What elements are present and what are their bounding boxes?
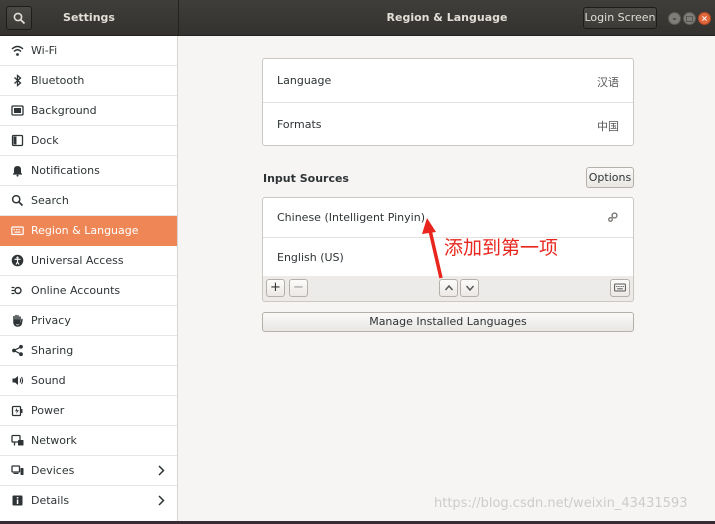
login-screen-button[interactable]: Login Screen xyxy=(583,7,657,29)
bluetooth-icon xyxy=(14,74,22,87)
sidebar-item-search[interactable]: Search xyxy=(0,186,177,216)
sidebar-item-bluetooth[interactable]: Bluetooth xyxy=(0,66,177,96)
sidebar-item-label: Devices xyxy=(31,464,75,477)
input-source-label: English (US) xyxy=(277,251,344,264)
share-icon xyxy=(12,344,23,357)
search-icon xyxy=(11,194,24,207)
hand-icon xyxy=(13,314,23,327)
keyboard-layout-button[interactable] xyxy=(610,279,630,297)
sidebar-item-label: Search xyxy=(31,194,69,207)
maximize-button[interactable]: □ xyxy=(683,12,696,25)
sidebar-item-online-accounts[interactable]: Online Accounts xyxy=(0,276,177,306)
formats-value: 中国 xyxy=(597,120,619,133)
sidebar-item-label: Details xyxy=(31,494,70,507)
manage-languages-button[interactable]: Manage Installed Languages xyxy=(262,312,634,332)
chevron-right-icon xyxy=(158,495,165,506)
maximize-icon: □ xyxy=(685,14,694,23)
minimize-icon: – xyxy=(672,14,677,23)
minimize-button[interactable]: – xyxy=(668,12,681,25)
sidebar-item-devices[interactable]: Devices xyxy=(0,456,177,486)
sidebar-item-label: Notifications xyxy=(31,164,100,177)
sidebar-item-label: Network xyxy=(31,434,77,447)
formats-label: Formats xyxy=(277,118,322,131)
language-formats-panel: Language 汉语 Formats 中国 xyxy=(262,58,634,146)
search-button[interactable] xyxy=(6,6,32,30)
settings-window: Settings Region & Language Login Screen … xyxy=(0,0,715,521)
language-row[interactable]: Language 汉语 xyxy=(263,59,633,103)
sidebar-item-wifi[interactable]: Wi-Fi xyxy=(0,36,177,66)
sidebar-item-region-language[interactable]: Region & Language xyxy=(0,216,177,246)
sidebar-item-label: Sharing xyxy=(31,344,74,357)
speaker-icon xyxy=(12,376,24,385)
main-content: Language 汉语 Formats 中国 Input Sources Opt… xyxy=(179,36,715,521)
search-icon xyxy=(13,12,26,25)
wifi-icon xyxy=(11,45,24,56)
chevron-right-icon xyxy=(158,465,165,476)
sidebar-item-sound[interactable]: Sound xyxy=(0,366,177,396)
input-sources-title: Input Sources xyxy=(263,172,349,185)
sidebar-item-label: Online Accounts xyxy=(31,284,121,297)
network-icon xyxy=(11,434,24,446)
keyboard-icon xyxy=(614,283,626,292)
online-accounts-icon xyxy=(11,286,22,295)
sidebar-item-label: Sound xyxy=(31,374,66,387)
sidebar-item-details[interactable]: Details xyxy=(0,486,177,516)
sidebar-item-label: Power xyxy=(31,404,65,417)
sidebar-item-label: Dock xyxy=(31,134,59,147)
devices-icon xyxy=(11,465,24,475)
input-source-label: Chinese (Intelligent Pinyin) xyxy=(277,211,425,224)
power-icon xyxy=(11,405,23,417)
sidebar-item-dock[interactable]: Dock xyxy=(0,126,177,156)
sidebar-item-label: Wi-Fi xyxy=(31,44,58,57)
options-button[interactable]: Options xyxy=(586,167,634,188)
sidebar-item-label: Background xyxy=(31,104,97,117)
keyboard-icon xyxy=(11,226,24,236)
language-value: 汉语 xyxy=(597,76,619,89)
accessibility-icon xyxy=(11,254,24,267)
sidebar: Wi-Fi Bluetooth Background Dock Notifica… xyxy=(0,36,178,521)
bell-icon xyxy=(13,166,22,177)
add-input-source-button[interactable]: + xyxy=(266,279,285,297)
sidebar-item-label: Bluetooth xyxy=(31,74,85,87)
sidebar-item-sharing[interactable]: Sharing xyxy=(0,336,177,366)
annotation-text: 添加到第一项 xyxy=(444,237,559,259)
dock-icon xyxy=(11,134,24,147)
sidebar-item-notifications[interactable]: Notifications xyxy=(0,156,177,186)
sidebar-item-background[interactable]: Background xyxy=(0,96,177,126)
sidebar-item-privacy[interactable]: Privacy xyxy=(0,306,177,336)
sidebar-item-label: Universal Access xyxy=(31,254,124,267)
close-button[interactable]: × xyxy=(698,12,711,25)
sidebar-item-power[interactable]: Power xyxy=(0,396,177,426)
sidebar-item-universal-access[interactable]: Universal Access xyxy=(0,246,177,276)
header-bar: Settings Region & Language Login Screen … xyxy=(0,0,715,36)
chevron-down-icon xyxy=(465,285,474,292)
background-icon xyxy=(11,105,24,116)
gears-icon[interactable] xyxy=(607,211,619,223)
remove-input-source-button[interactable]: − xyxy=(289,279,308,297)
move-down-button[interactable] xyxy=(460,279,479,297)
sidebar-item-label: Privacy xyxy=(31,314,71,327)
info-icon xyxy=(12,495,23,506)
close-icon: × xyxy=(701,14,708,23)
language-label: Language xyxy=(277,74,332,87)
formats-row[interactable]: Formats 中国 xyxy=(263,103,633,146)
watermark: https://blog.csdn.net/weixin_43431593 xyxy=(434,496,688,511)
sidebar-item-label: Region & Language xyxy=(31,224,139,237)
sidebar-item-network[interactable]: Network xyxy=(0,426,177,456)
